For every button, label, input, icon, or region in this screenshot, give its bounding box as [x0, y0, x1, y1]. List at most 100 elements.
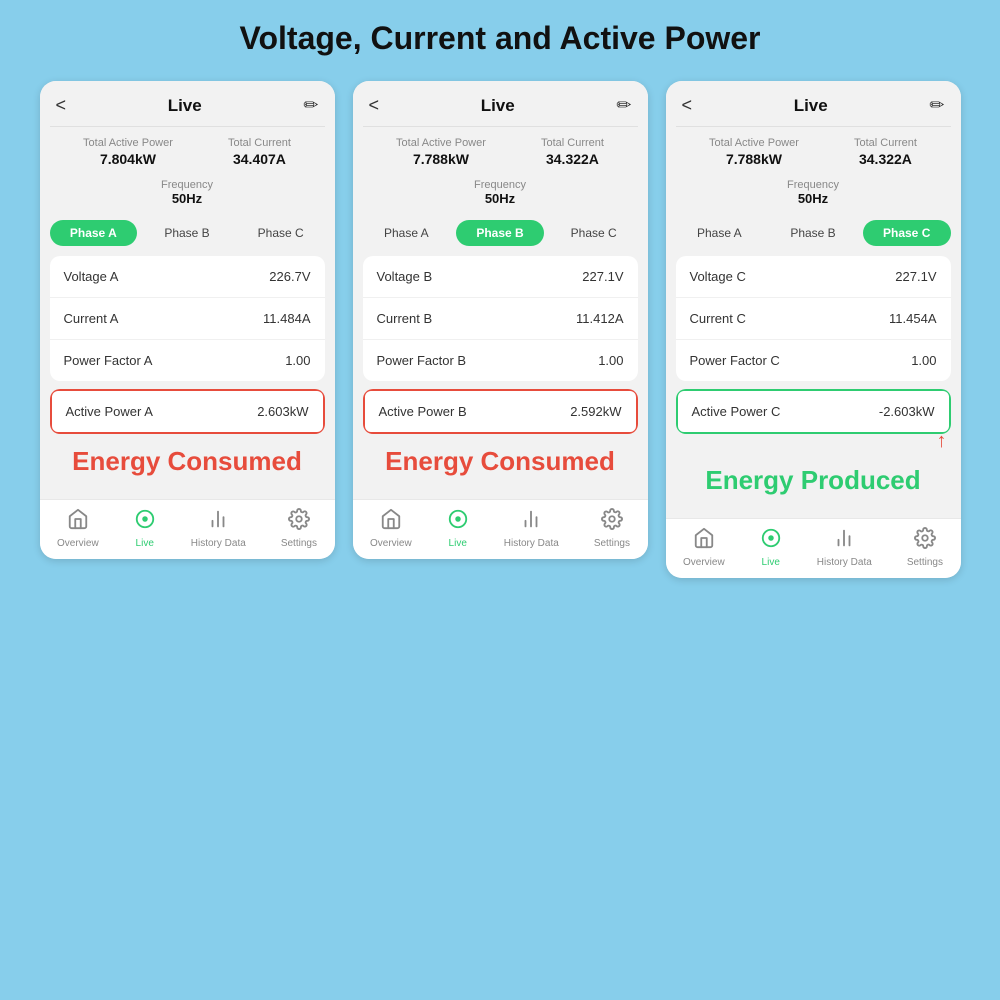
- data-row: Voltage A 226.7V: [50, 256, 325, 298]
- data-row: Power Factor B 1.00: [363, 340, 638, 381]
- phase-btn-phase-c[interactable]: Phase C: [863, 220, 951, 246]
- total-current-label: Total Current: [854, 137, 917, 149]
- frequency-label: Frequency: [666, 179, 961, 191]
- total-active-power-block: Total Active Power 7.788kW: [396, 137, 486, 167]
- phase-btn-phase-b[interactable]: Phase B: [143, 220, 231, 246]
- active-power-value: 2.592kW: [570, 404, 621, 419]
- home-icon: [380, 508, 402, 536]
- total-current-block: Total Current 34.407A: [228, 137, 291, 167]
- energy-label: Energy Consumed: [40, 434, 335, 491]
- row-value: 226.7V: [269, 269, 310, 284]
- nav-item-history-data[interactable]: History Data: [191, 508, 246, 549]
- nav-item-live[interactable]: Live: [760, 527, 782, 568]
- phone-1: < Live ✏ Total Active Power 7.804kW Tota…: [40, 81, 335, 559]
- data-row: Voltage C 227.1V: [676, 256, 951, 298]
- row-value: 1.00: [285, 353, 310, 368]
- phone-3: < Live ✏ Total Active Power 7.788kW Tota…: [666, 81, 961, 578]
- row-label: Current C: [690, 311, 746, 326]
- active-power-row: Active Power B 2.592kW: [363, 389, 638, 434]
- nav-label: History Data: [504, 538, 559, 549]
- active-power-section: Active Power C -2.603kW: [676, 389, 951, 434]
- active-power-section: Active Power B 2.592kW: [363, 389, 638, 434]
- bottom-nav: Overview Live History Data Settings: [353, 499, 648, 559]
- active-power-section: Active Power A 2.603kW: [50, 389, 325, 434]
- chart-icon: [520, 508, 542, 536]
- data-section: Voltage C 227.1V Current C 11.454A Power…: [676, 256, 951, 381]
- data-row: Power Factor A 1.00: [50, 340, 325, 381]
- row-value: 1.00: [598, 353, 623, 368]
- data-row: Voltage B 227.1V: [363, 256, 638, 298]
- active-power-value: -2.603kW: [879, 404, 935, 419]
- phase-btn-phase-c[interactable]: Phase C: [550, 220, 638, 246]
- gear-icon: [914, 527, 936, 555]
- row-label: Power Factor B: [377, 353, 467, 368]
- phone-2: < Live ✏ Total Active Power 7.788kW Tota…: [353, 81, 648, 559]
- nav-item-overview[interactable]: Overview: [683, 527, 725, 568]
- row-value: 227.1V: [582, 269, 623, 284]
- stats-row: Total Active Power 7.804kW Total Current…: [40, 127, 335, 173]
- total-current-label: Total Current: [541, 137, 604, 149]
- edit-button[interactable]: ✏: [616, 95, 631, 116]
- edit-button[interactable]: ✏: [303, 95, 318, 116]
- screen-title: Live: [481, 96, 515, 116]
- back-button[interactable]: <: [682, 95, 693, 116]
- nav-item-live[interactable]: Live: [447, 508, 469, 549]
- nav-item-settings[interactable]: Settings: [594, 508, 630, 549]
- nav-label: Settings: [281, 538, 317, 549]
- nav-item-live[interactable]: Live: [134, 508, 156, 549]
- page-title: Voltage, Current and Active Power: [240, 20, 761, 57]
- nav-label: History Data: [817, 557, 872, 568]
- back-button[interactable]: <: [56, 95, 67, 116]
- total-active-power-label: Total Active Power: [709, 137, 799, 149]
- phase-btn-phase-a[interactable]: Phase A: [676, 220, 764, 246]
- phase-btn-phase-a[interactable]: Phase A: [50, 220, 138, 246]
- nav-item-settings[interactable]: Settings: [907, 527, 943, 568]
- total-current-value: 34.322A: [854, 151, 917, 167]
- total-current-value: 34.407A: [228, 151, 291, 167]
- data-section: Voltage A 226.7V Current A 11.484A Power…: [50, 256, 325, 381]
- row-value: 1.00: [911, 353, 936, 368]
- nav-label: Settings: [594, 538, 630, 549]
- nav-item-overview[interactable]: Overview: [370, 508, 412, 549]
- active-power-label: Active Power A: [66, 404, 153, 419]
- screen-title: Live: [794, 96, 828, 116]
- active-power-row: Active Power A 2.603kW: [50, 389, 325, 434]
- data-row: Power Factor C 1.00: [676, 340, 951, 381]
- live-icon: [760, 527, 782, 555]
- phase-btn-phase-b[interactable]: Phase B: [456, 220, 544, 246]
- up-arrow-icon: ↑: [937, 430, 947, 453]
- phase-btn-phase-b[interactable]: Phase B: [769, 220, 857, 246]
- nav-item-history-data[interactable]: History Data: [817, 527, 872, 568]
- active-power-label: Active Power B: [379, 404, 467, 419]
- total-current-block: Total Current 34.322A: [854, 137, 917, 167]
- total-active-power-value: 7.788kW: [709, 151, 799, 167]
- row-label: Power Factor C: [690, 353, 780, 368]
- nav-item-settings[interactable]: Settings: [281, 508, 317, 549]
- frequency-value: 50Hz: [40, 191, 335, 206]
- edit-button[interactable]: ✏: [929, 95, 944, 116]
- phase-btn-phase-a[interactable]: Phase A: [363, 220, 451, 246]
- bottom-nav: Overview Live History Data Settings: [40, 499, 335, 559]
- data-section: Voltage B 227.1V Current B 11.412A Power…: [363, 256, 638, 381]
- home-icon: [693, 527, 715, 555]
- row-value: 11.484A: [263, 311, 310, 326]
- energy-label: Energy Produced: [666, 453, 961, 510]
- row-label: Voltage A: [64, 269, 119, 284]
- total-active-power-label: Total Active Power: [83, 137, 173, 149]
- back-button[interactable]: <: [369, 95, 380, 116]
- phase-selector: Phase APhase BPhase C: [40, 214, 335, 256]
- frequency-block: Frequency 50Hz: [40, 173, 335, 214]
- home-icon: [67, 508, 89, 536]
- chart-icon: [207, 508, 229, 536]
- frequency-label: Frequency: [353, 179, 648, 191]
- nav-item-overview[interactable]: Overview: [57, 508, 99, 549]
- nav-item-history-data[interactable]: History Data: [504, 508, 559, 549]
- nav-label: Live: [449, 538, 467, 549]
- arrow-container: ↑: [666, 430, 961, 453]
- gear-icon: [288, 508, 310, 536]
- row-label: Voltage C: [690, 269, 746, 284]
- phase-btn-phase-c[interactable]: Phase C: [237, 220, 325, 246]
- total-active-power-value: 7.788kW: [396, 151, 486, 167]
- screen-title: Live: [168, 96, 202, 116]
- stats-row: Total Active Power 7.788kW Total Current…: [353, 127, 648, 173]
